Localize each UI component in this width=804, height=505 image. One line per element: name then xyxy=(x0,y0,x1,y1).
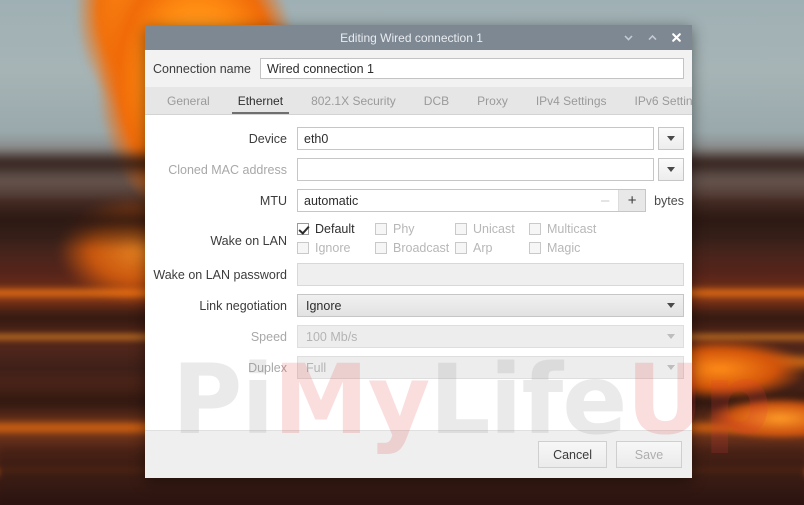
wake-on-lan-options: Default Phy Unicast Multicast Ignore Bro… xyxy=(297,220,684,255)
tab-ipv6-settings[interactable]: IPv6 Settings xyxy=(621,88,692,114)
tab-8021x-security[interactable]: 802.1X Security xyxy=(297,88,410,114)
wol-checkbox-broadcast[interactable]: Broadcast xyxy=(375,241,455,255)
wol-checkbox-default[interactable]: Default xyxy=(297,222,375,236)
settings-tabs: General Ethernet 802.1X Security DCB Pro… xyxy=(145,87,692,115)
tab-general[interactable]: General xyxy=(153,88,224,114)
duplex-select[interactable]: Full xyxy=(297,356,684,379)
maximize-icon[interactable] xyxy=(646,31,659,44)
ethernet-settings-panel: Device Cloned MAC address MTU xyxy=(145,115,692,430)
link-negotiation-select[interactable]: Ignore xyxy=(297,294,684,317)
tab-proxy[interactable]: Proxy xyxy=(463,88,522,114)
mtu-row: MTU – + bytes xyxy=(145,189,684,212)
checkbox-icon xyxy=(455,223,467,235)
device-label: Device xyxy=(248,131,287,146)
cloned-mac-row: Cloned MAC address xyxy=(145,158,684,181)
wake-on-lan-label: Wake on LAN xyxy=(210,234,287,248)
chevron-down-icon xyxy=(667,167,675,172)
mtu-spinner: – + xyxy=(297,189,647,212)
wol-password-label: Wake on LAN password xyxy=(153,267,287,282)
wol-label-phy: Phy xyxy=(393,222,415,236)
tab-dcb[interactable]: DCB xyxy=(410,88,463,114)
wake-on-lan-row: Wake on LAN Default Phy Unicast Multicas… xyxy=(145,220,684,255)
connection-name-row: Connection name xyxy=(145,50,692,87)
wol-checkbox-unicast[interactable]: Unicast xyxy=(455,222,529,236)
speed-label: Speed xyxy=(250,329,287,344)
mtu-increment-button[interactable]: + xyxy=(618,190,646,211)
connection-name-label: Connection name xyxy=(153,61,251,76)
connection-editor-dialog: Editing Wired connection 1 Connection na… xyxy=(145,25,692,478)
checkbox-icon xyxy=(297,242,309,254)
duplex-label: Duplex xyxy=(248,360,287,375)
checkbox-icon xyxy=(455,242,467,254)
dialog-action-bar: Cancel Save xyxy=(145,430,692,478)
chevron-down-icon xyxy=(667,334,675,339)
link-negotiation-row: Link negotiation Ignore xyxy=(145,294,684,317)
speed-value: 100 Mb/s xyxy=(306,329,358,344)
wol-checkbox-multicast[interactable]: Multicast xyxy=(529,222,684,236)
close-icon[interactable] xyxy=(670,31,683,44)
checkbox-checked-icon xyxy=(297,223,309,235)
device-dropdown-button[interactable] xyxy=(658,127,684,150)
wol-checkbox-ignore[interactable]: Ignore xyxy=(297,241,375,255)
cancel-button[interactable]: Cancel xyxy=(538,441,607,468)
speed-select[interactable]: 100 Mb/s xyxy=(297,325,684,348)
wol-checkbox-arp[interactable]: Arp xyxy=(455,241,529,255)
wol-checkbox-magic[interactable]: Magic xyxy=(529,241,684,255)
mtu-input[interactable] xyxy=(298,190,593,211)
tab-ethernet[interactable]: Ethernet xyxy=(224,88,297,114)
device-row: Device xyxy=(145,127,684,150)
checkbox-icon xyxy=(529,223,541,235)
mtu-decrement-button[interactable]: – xyxy=(592,190,619,211)
checkbox-icon xyxy=(529,242,541,254)
wol-label-broadcast: Broadcast xyxy=(393,241,450,255)
duplex-value: Full xyxy=(306,360,327,375)
cloned-mac-label: Cloned MAC address xyxy=(168,162,287,177)
window-controls xyxy=(622,31,692,44)
wol-password-row: Wake on LAN password xyxy=(145,263,684,286)
chevron-down-icon xyxy=(667,365,675,370)
link-negotiation-value: Ignore xyxy=(306,298,342,313)
wol-password-input[interactable] xyxy=(297,263,684,286)
dialog-title-bar[interactable]: Editing Wired connection 1 xyxy=(145,25,692,50)
wol-label-default: Default xyxy=(315,222,355,236)
wol-label-magic: Magic xyxy=(547,241,581,255)
dialog-title: Editing Wired connection 1 xyxy=(340,30,483,45)
cloned-mac-dropdown-button[interactable] xyxy=(658,158,684,181)
speed-row: Speed 100 Mb/s xyxy=(145,325,684,348)
save-button[interactable]: Save xyxy=(616,441,682,468)
wol-checkbox-phy[interactable]: Phy xyxy=(375,222,455,236)
wol-label-arp: Arp xyxy=(473,241,493,255)
connection-name-input[interactable] xyxy=(259,58,684,79)
tab-ipv4-settings[interactable]: IPv4 Settings xyxy=(522,88,621,114)
wol-label-unicast: Unicast xyxy=(473,222,515,236)
mtu-label: MTU xyxy=(259,193,287,208)
device-input[interactable] xyxy=(297,127,654,150)
cloned-mac-input[interactable] xyxy=(297,158,654,181)
link-negotiation-label: Link negotiation xyxy=(199,298,287,313)
wol-label-ignore: Ignore xyxy=(315,241,351,255)
chevron-down-icon xyxy=(667,136,675,141)
minimize-icon[interactable] xyxy=(622,31,635,44)
checkbox-icon xyxy=(375,223,387,235)
checkbox-icon xyxy=(375,242,387,254)
chevron-down-icon xyxy=(667,303,675,308)
wol-label-multicast: Multicast xyxy=(547,222,597,236)
duplex-row: Duplex Full xyxy=(145,356,684,379)
mtu-unit-label: bytes xyxy=(654,193,684,208)
